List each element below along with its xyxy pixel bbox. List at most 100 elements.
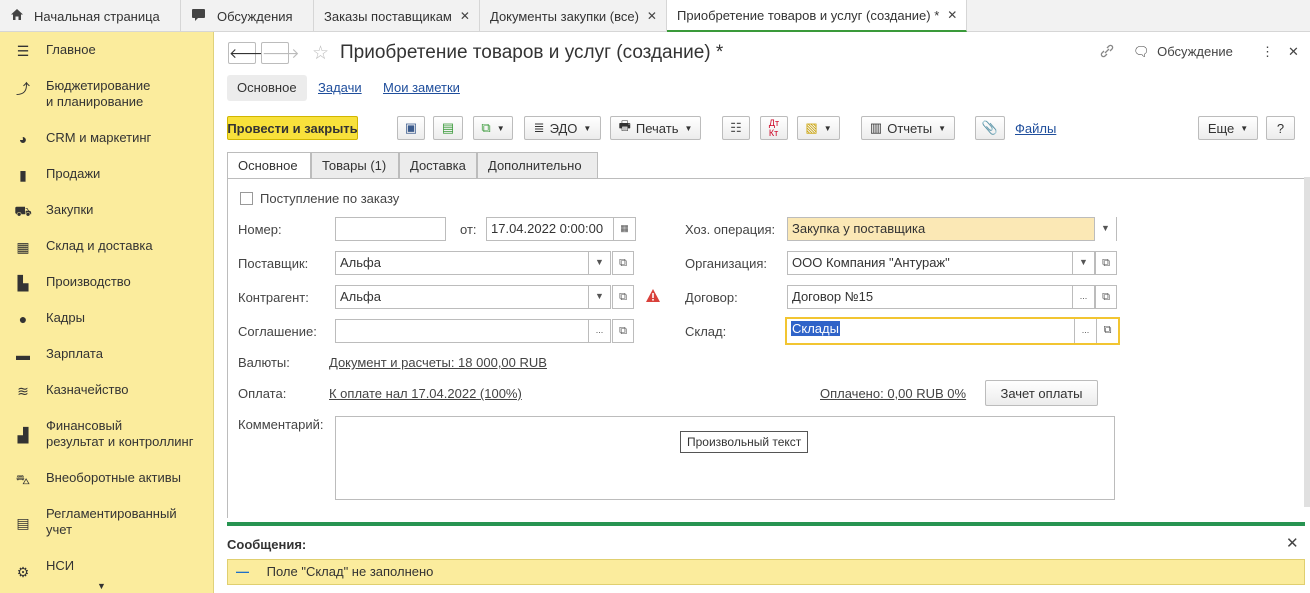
sidebar-item-salary[interactable]: ▬ Зарплата [0,346,214,363]
form-tab-delivery[interactable]: Доставка [399,152,477,179]
chevron-down-icon[interactable]: ▼ [1094,217,1116,241]
more-button[interactable]: Еще ▼ [1198,116,1258,140]
page-title: Приобретение товаров и услуг (создание) … [340,42,724,63]
sidebar: ☰ Главное ⤴ Бюджетирование и планирование… [0,32,214,593]
discussion-button[interactable]: 🗨 Обсуждение [1133,44,1233,60]
subtab-notes[interactable]: Мои заметки [383,75,460,101]
sidebar-item-hr[interactable]: ● Кадры [0,310,214,327]
close-icon[interactable]: ✕ [1286,534,1299,552]
sidebar-item-sales[interactable]: ▮ Продажи [0,166,214,184]
sidebar-item-treasury[interactable]: ≋ Казначейство [0,382,214,400]
scroll-down-icon[interactable]: ▼ [97,581,106,591]
close-icon[interactable]: ✕ [647,9,657,23]
sidebar-item-nsi[interactable]: ⚙ НСИ [0,558,214,581]
form-scrollbar[interactable] [1304,177,1310,507]
open-contract-button[interactable]: ⧉ [1095,285,1117,309]
print-label: Печать [635,120,679,136]
sidebar-item-purchases[interactable]: ⛟ Закупки [0,202,214,222]
payment-offset-button[interactable]: Зачет оплаты [985,380,1098,406]
select-ellipsis-icon[interactable]: ... [588,319,610,343]
back-button[interactable]: 🡐 [228,42,267,64]
save-button[interactable]: ▣ [397,116,425,140]
number-field[interactable] [335,217,446,241]
operation-label: Хоз. операция: [685,222,776,237]
calculator-icon: ▤ [16,515,30,531]
contract-field[interactable]: Договор №15 ... [787,285,1095,309]
sidebar-item-budgeting[interactable]: ⤴ Бюджетирование и планирование [0,78,214,110]
currency-link[interactable]: Документ и расчеты: 18 000,00 RUB [329,355,547,370]
doc-icon: ▧ [805,120,818,135]
open-counterparty-button[interactable]: ⧉ [612,285,634,309]
sidebar-item-main[interactable]: ☰ Главное [0,42,214,60]
tab-purchase-docs[interactable]: Документы закупки (все) ✕ [480,0,667,32]
link-icon[interactable] [1099,43,1115,62]
close-icon[interactable]: ✕ [460,9,470,23]
open-organization-button[interactable]: ⧉ [1095,251,1117,275]
forward-button[interactable]: 🡒 [261,42,300,64]
message-item[interactable]: — Поле "Склад" не заполнено [227,559,1305,585]
menu-icon: ☰ [16,43,30,59]
form-tab-additional[interactable]: Дополнительно [477,152,598,179]
tab-purchase-create[interactable]: Приобретение товаров и услуг (создание) … [667,0,967,32]
form-tab-main[interactable]: Основное [227,152,311,179]
sidebar-item-crm[interactable]: ◕ CRM и маркетинг [0,130,214,147]
subtab-tasks[interactable]: Задачи [318,75,362,101]
more-menu-icon[interactable]: ⋮ [1261,44,1274,60]
structure-button[interactable]: ☷ [722,116,750,140]
dt-kt-button[interactable]: Дт Кт [760,116,788,140]
open-supplier-button[interactable]: ⧉ [612,251,634,275]
post-button[interactable]: ▤ [433,116,463,140]
open-icon[interactable]: ⧉ [1096,319,1118,343]
organization-field[interactable]: ООО Компания "Антураж" ▼ [787,251,1095,275]
agreement-field[interactable]: ... [335,319,611,343]
print-button[interactable]: 🖶 Печать ▼ [610,116,701,140]
edo-button[interactable]: ≣ ЭДО ▼ [524,116,601,140]
payment-link[interactable]: К оплате нал 17.04.2022 (100%) [329,386,522,401]
form-tab-goods[interactable]: Товары (1) [311,152,399,179]
tab-discussions[interactable]: Обсуждения [181,0,314,32]
subtab-main[interactable]: Основное [227,75,307,101]
supplier-field[interactable]: Альфа ▼ [335,251,611,275]
counterparty-field[interactable]: Альфа ▼ [335,285,611,309]
select-ellipsis-icon[interactable]: ... [1074,319,1096,343]
dropdown-icon: ▼ [823,123,832,133]
open-agreement-button[interactable]: ⧉ [612,319,634,343]
counterparty-label: Контрагент: [238,290,309,305]
help-button[interactable]: ? [1266,116,1295,140]
person-icon: ● [18,311,28,327]
star-icon[interactable]: ☆ [312,42,329,65]
label-line: и планирование [46,94,144,109]
calendar-icon[interactable]: ▦ [613,217,635,241]
create-based-button[interactable]: ⧉ ▼ [473,116,513,140]
sidebar-item-label: Кадры [46,310,85,325]
close-icon[interactable]: ✕ [947,8,957,22]
files-link[interactable]: Файлы [1015,121,1056,136]
paid-link[interactable]: Оплачено: 0,00 RUB 0% [820,386,966,401]
post-and-close-button[interactable]: Провести и закрыть [227,116,358,140]
chevron-down-icon[interactable]: ▼ [588,251,610,275]
printer-icon: 🖶 [618,118,631,133]
order-receipt-checkbox[interactable] [240,192,253,205]
order-receipt-label: Поступление по заказу [260,191,400,206]
operation-field[interactable]: Закупка у поставщика ▼ [787,217,1117,241]
chevron-down-icon[interactable]: ▼ [588,285,610,309]
messages-title: Сообщения: [227,537,307,552]
open-icon: ⧉ [1102,257,1110,269]
chevron-down-icon[interactable]: ▼ [1072,251,1094,275]
select-ellipsis-icon[interactable]: ... [1072,285,1094,309]
sidebar-item-warehouse[interactable]: ▦ Склад и доставка [0,238,214,256]
close-icon[interactable]: ✕ [1288,44,1299,60]
attach-button[interactable]: 📎 [975,116,1005,140]
tab-supplier-orders[interactable]: Заказы поставщикам ✕ [314,0,480,32]
sidebar-item-production[interactable]: ▙ Производство [0,274,214,292]
warehouse-label: Склад: [685,324,727,339]
comment-field[interactable] [335,416,1115,500]
warehouse-field[interactable]: Склады ... ⧉ [785,317,1120,345]
sidebar-item-fixed-assets[interactable]: ⛍ Внеоборотные активы [0,470,214,490]
tab-home[interactable]: Начальная страница [0,0,181,32]
reports-button[interactable]: ▥ Отчеты ▼ [861,116,955,140]
sidebar-item-finance[interactable]: ▟ Финансовый результат и контроллинг [0,418,214,450]
date-field[interactable]: 17.04.2022 0:00:00 ▦ [486,217,636,241]
attach-doc-button[interactable]: ▧ ▼ [797,116,840,140]
sidebar-item-regulated[interactable]: ▤ Регламентированный учет [0,506,214,538]
